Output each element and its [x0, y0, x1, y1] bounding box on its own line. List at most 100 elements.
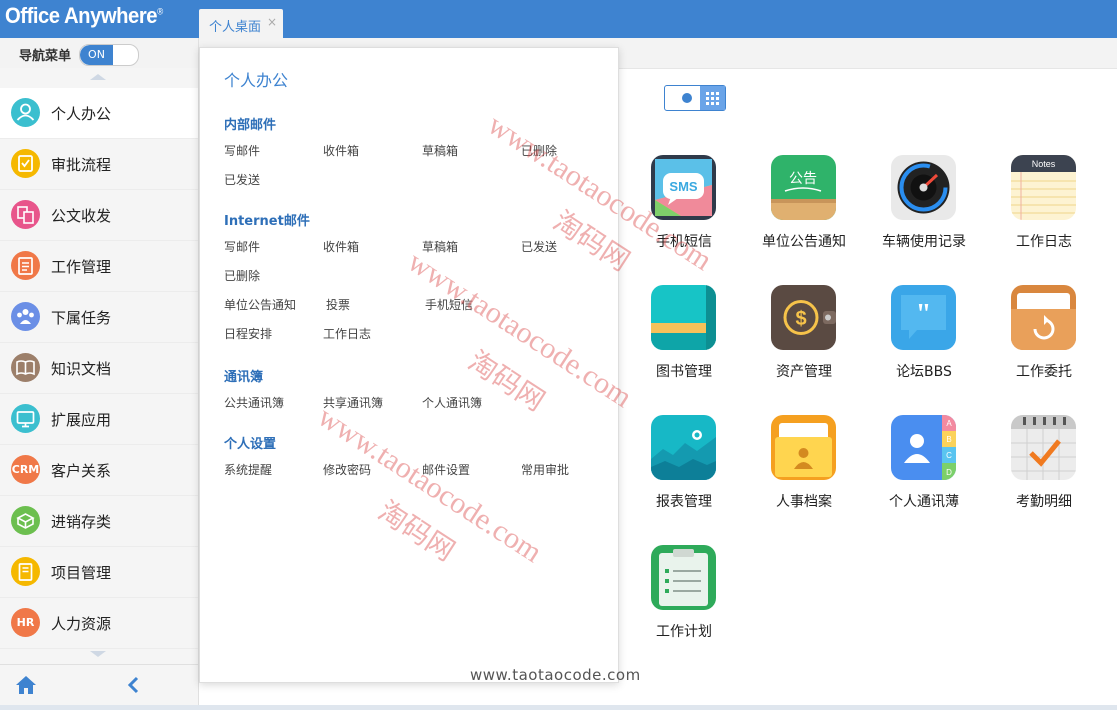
box-icon — [11, 506, 40, 535]
toggle-on-label: ON — [80, 45, 113, 65]
sidebar-item[interactable]: HR 人力资源 — [0, 598, 198, 649]
checklist-icon — [11, 149, 40, 178]
app-logo: Office Anywhere® — [5, 3, 163, 28]
popup-section-title: Internet邮件 — [224, 214, 310, 229]
app-tile[interactable]: 报表管理 — [629, 415, 739, 515]
collapse-left-icon[interactable] — [126, 676, 140, 694]
app-label: 资产管理 — [776, 364, 832, 380]
sidebar-item[interactable]: 项目管理 — [0, 547, 198, 598]
sidebar-item-label: 人力资源 — [51, 615, 112, 633]
sidebar-item[interactable]: 工作管理 — [0, 241, 198, 292]
sidebar-item-label: 公文收发 — [51, 207, 112, 225]
popup-link[interactable]: 写邮件 — [224, 238, 260, 255]
team-icon — [11, 302, 40, 331]
tab-personal-desktop[interactable]: 个人桌面 × — [199, 9, 283, 38]
sidebar-item[interactable]: 个人办公 — [0, 88, 198, 139]
sms-icon: SMS — [651, 155, 716, 220]
app-label: 车辆使用记录 — [882, 234, 966, 250]
sidebar-item[interactable]: 下属任务 — [0, 292, 198, 343]
app-tile[interactable]: 考勤明细 — [989, 415, 1099, 515]
svg-text:Notes: Notes — [1032, 159, 1056, 169]
svg-text:SMS: SMS — [669, 179, 698, 194]
sidebar-item[interactable]: 扩展应用 — [0, 394, 198, 445]
svg-text:": " — [916, 299, 932, 330]
app-tile[interactable]: " 论坛BBS — [869, 285, 979, 385]
popup-link[interactable]: 个人通讯簿 — [422, 394, 482, 411]
nav-header: 导航菜单 ON — [0, 38, 198, 68]
app-tile[interactable]: 图书管理 — [629, 285, 739, 385]
app-tile[interactable]: 车辆使用记录 — [869, 155, 979, 255]
svg-text:A: A — [946, 419, 952, 428]
popup-link[interactable]: 已删除 — [224, 267, 260, 284]
popup-link[interactable]: 已发送 — [521, 238, 557, 255]
calendar-check-icon — [1011, 415, 1076, 480]
app-tile[interactable]: Notes 工作日志 — [989, 155, 1099, 255]
popup-link[interactable]: 收件箱 — [323, 142, 359, 159]
app-label: 单位公告通知 — [762, 234, 846, 250]
app-label: 工作计划 — [656, 624, 712, 640]
grid-view-icon[interactable] — [700, 86, 725, 110]
popup-section-title: 个人设置 — [224, 437, 277, 452]
popup-link[interactable]: 工作日志 — [323, 325, 371, 342]
app-tile[interactable]: 工作计划 — [629, 545, 739, 645]
sidebar-item-label: 工作管理 — [51, 258, 112, 276]
app-tile[interactable]: A B C D 个人通讯薄 — [869, 415, 979, 515]
quote-bubble-icon: " — [891, 285, 956, 350]
sidebar-item-label: 审批流程 — [51, 156, 112, 174]
book-icon — [651, 285, 716, 350]
popup-link[interactable]: 常用审批 — [521, 461, 569, 478]
popup-section-title: 内部邮件 — [224, 118, 277, 133]
sidebar-item-label: 知识文档 — [51, 360, 112, 378]
document-exchange-icon — [11, 200, 40, 229]
sidebar-item-label: 客户关系 — [51, 462, 112, 480]
svg-text:$: $ — [795, 308, 806, 330]
checklist-clipboard-icon — [651, 545, 716, 610]
svg-text:B: B — [946, 435, 951, 444]
app-tile[interactable]: $ 资产管理 — [749, 285, 859, 385]
list-view-icon[interactable] — [682, 93, 692, 103]
wallet-icon: $ — [771, 285, 836, 350]
sidebar-item[interactable]: 知识文档 — [0, 343, 198, 394]
footer-watermark: www.taotaocode.com — [470, 666, 641, 684]
popup-link[interactable]: 收件箱 — [323, 238, 359, 255]
popup-link[interactable]: 写邮件 — [224, 142, 260, 159]
view-toggle[interactable] — [664, 85, 726, 111]
sidebar-item[interactable]: 公文收发 — [0, 190, 198, 241]
app-label: 考勤明细 — [1016, 494, 1072, 510]
home-icon[interactable] — [15, 675, 37, 695]
sidebar: 导航菜单 ON 个人办公审批流程公文收发工作管理下属任务知识文档扩展应用 CRM 客… — [0, 38, 199, 706]
crm-icon: CRM — [11, 455, 40, 484]
scroll-up-icon[interactable] — [90, 74, 106, 80]
app-tile[interactable]: 人事档案 — [749, 415, 859, 515]
notebook-icon — [11, 557, 40, 586]
popup-link[interactable]: 已发送 — [224, 171, 260, 188]
popup-link[interactable]: 公共通讯簿 — [224, 394, 284, 411]
popup-link[interactable]: 投票 — [326, 296, 350, 313]
nav-title: 导航菜单 — [19, 49, 72, 64]
close-icon[interactable]: × — [267, 15, 277, 29]
popup-link[interactable]: 修改密码 — [323, 461, 371, 478]
nav-footer — [0, 664, 198, 706]
chart-area-icon — [651, 415, 716, 480]
book-icon — [11, 353, 40, 382]
popup-link[interactable]: 草稿箱 — [422, 142, 458, 159]
clipboard-icon — [11, 251, 40, 280]
app-tile[interactable]: 公告 单位公告通知 — [749, 155, 859, 255]
app-label: 个人通讯薄 — [889, 494, 959, 510]
popup-link[interactable]: 系统提醒 — [224, 461, 272, 478]
sidebar-item[interactable]: 进销存类 — [0, 496, 198, 547]
app-tile[interactable]: 工作委托 — [989, 285, 1099, 385]
nav-menu-toggle[interactable]: ON — [79, 44, 139, 66]
sidebar-item[interactable]: CRM 客户关系 — [0, 445, 198, 496]
app-label: 工作委托 — [1016, 364, 1072, 380]
top-bar: Office Anywhere® 个人桌面 × — [0, 0, 1117, 38]
contacts-icon: ABCD — [891, 415, 956, 480]
scroll-down-icon[interactable] — [90, 651, 106, 657]
popup-link[interactable]: 单位公告通知 — [224, 296, 296, 313]
popup-link[interactable]: 日程安排 — [224, 325, 272, 342]
sidebar-item-label: 扩展应用 — [51, 411, 112, 429]
sidebar-item[interactable]: 审批流程 — [0, 139, 198, 190]
id-card-icon — [771, 415, 836, 480]
notes-icon: Notes — [1011, 155, 1076, 220]
app-label: 报表管理 — [656, 494, 712, 510]
